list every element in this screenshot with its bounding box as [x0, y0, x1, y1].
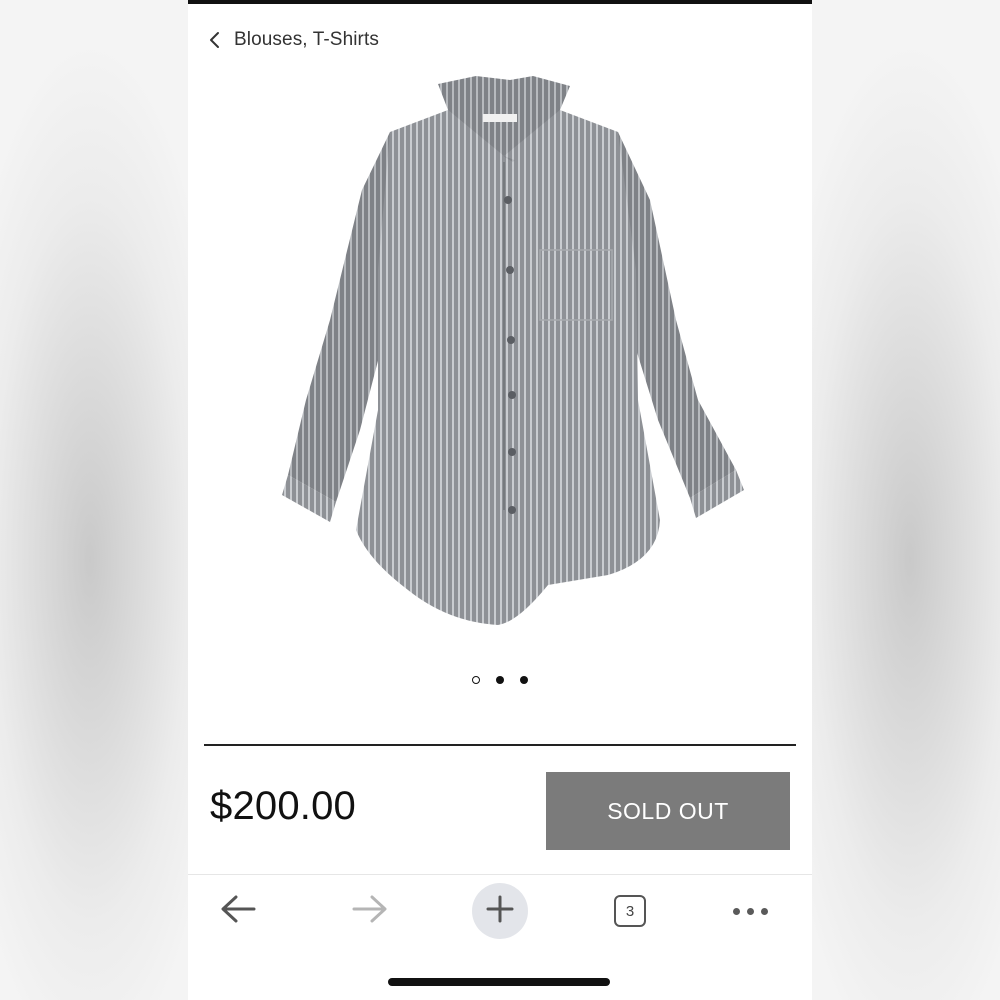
phone-screen: Blouses, T-Shirts $200.00 SOLD OUT 3 — [188, 0, 812, 1000]
new-tab-button[interactable] — [472, 879, 528, 943]
sold-out-button[interactable]: SOLD OUT — [546, 772, 790, 850]
tabs-icon: 3 — [614, 895, 646, 927]
chevron-left-icon — [208, 30, 222, 50]
product-price: $200.00 — [210, 784, 356, 828]
back-label: Blouses, T-Shirts — [234, 29, 379, 50]
product-image[interactable] — [278, 70, 748, 650]
more-icon — [732, 907, 740, 915]
background-blur-left — [0, 0, 188, 1000]
back-arrow-icon — [218, 893, 258, 930]
more-icon-dot — [746, 907, 754, 915]
carousel-indicator[interactable] — [188, 676, 812, 684]
status-bar-edge — [188, 0, 812, 4]
new-tab-circle — [472, 883, 528, 939]
background-blur-right — [812, 0, 1000, 1000]
carousel-dot-active[interactable] — [472, 676, 480, 684]
plus-icon — [485, 894, 515, 929]
divider — [204, 744, 796, 746]
more-icon-dot — [760, 907, 768, 915]
browser-toolbar: 3 — [188, 874, 812, 951]
forward-arrow-icon — [350, 893, 390, 930]
browser-back-button[interactable] — [212, 879, 264, 943]
home-indicator[interactable] — [388, 978, 610, 986]
carousel-dot[interactable] — [496, 676, 504, 684]
back-navigation[interactable]: Blouses, T-Shirts — [208, 26, 379, 54]
browser-forward-button[interactable] — [344, 879, 396, 943]
more-menu-button[interactable] — [726, 879, 774, 943]
tabs-button[interactable]: 3 — [608, 879, 652, 943]
carousel-dot[interactable] — [520, 676, 528, 684]
tab-count: 3 — [625, 902, 635, 920]
